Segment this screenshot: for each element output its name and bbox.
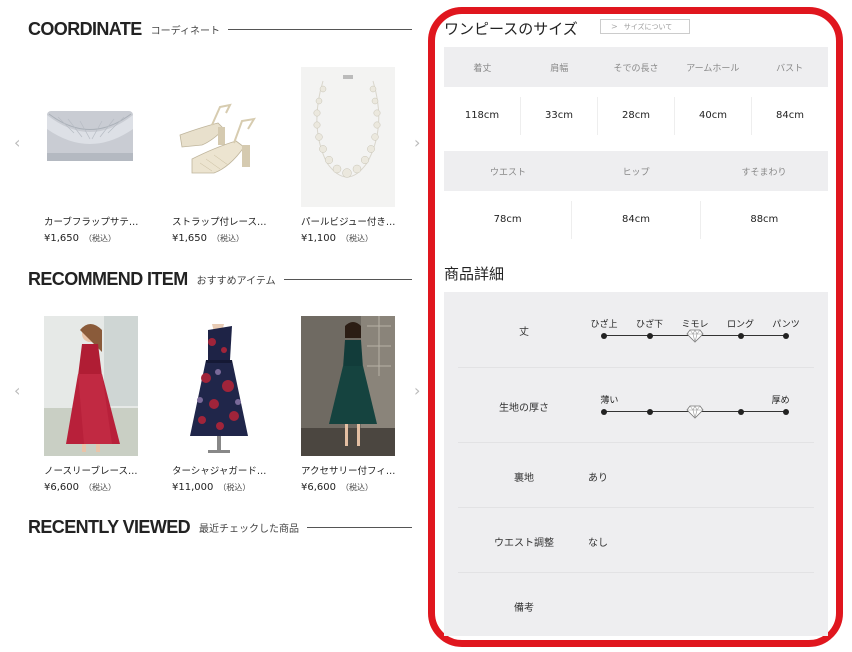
size-col-header: ウエスト <box>489 167 526 178</box>
detail-value: なし <box>588 538 608 549</box>
scale-dot <box>737 408 744 415</box>
size-guide-link[interactable]: > サイズについて <box>600 19 690 34</box>
scale-dot <box>646 408 653 415</box>
detail-row-lining: 裏地 あり <box>458 443 814 508</box>
product-image-green-dress[interactable] <box>301 316 395 456</box>
recent-subtitle: 最近チェックした商品 <box>199 524 300 535</box>
product-name[interactable]: ノースリーブレース… <box>44 463 138 477</box>
detail-row-waist: ウエスト調整 なし <box>458 508 814 573</box>
product-name[interactable]: ストラップ付レース… <box>172 214 266 228</box>
size-value: 33cm <box>520 96 597 135</box>
size-table-values: 118cm 33cm 28cm 40cm 84cm <box>444 87 828 144</box>
coordinate-title: COORDINATE <box>28 19 142 39</box>
size-col-header: バスト <box>776 63 804 74</box>
header-rule <box>227 29 412 30</box>
size-col-header: アームホール <box>686 63 740 74</box>
recommend-item-red-dress[interactable]: ノースリーブレース… ¥6,600 （税込） <box>44 316 138 493</box>
product-name[interactable]: アクセサリー付フィ… <box>301 463 395 477</box>
recommend-item-green-dress[interactable]: アクセサリー付フィ… ¥6,600 （税込） <box>301 316 395 493</box>
product-price: ¥1,650 （税込） <box>44 233 116 244</box>
size-col-header: 着丈 <box>473 63 492 74</box>
scale-dot <box>783 332 789 339</box>
thickness-scale: 薄い 厚め <box>590 393 800 423</box>
detail-label: ウエスト調整 <box>494 538 554 549</box>
coordinate-header: COORDINATE コーディネート <box>28 19 412 40</box>
size-col-header: ヒップ <box>622 167 650 178</box>
length-option-label: パンツ <box>772 320 800 330</box>
coordinate-item-shoes[interactable]: ストラップ付レース… ¥1,650 （税込） <box>172 67 266 244</box>
size-table-2: ウエスト ヒップ すそまわり 78cm 84cm 88cm <box>444 151 828 248</box>
scale-dot <box>601 408 607 415</box>
header-rule <box>307 527 412 528</box>
size-value: 84cm <box>571 200 699 239</box>
detail-label: 生地の厚さ <box>499 403 549 414</box>
size-guide-label: サイズについて <box>623 22 673 31</box>
size-value: 78cm <box>493 213 522 225</box>
size-value: 28cm <box>597 96 674 135</box>
scale-dot <box>646 332 653 339</box>
size-table-header: 着丈 肩幅 そでの長さ アームホール バスト <box>444 47 828 87</box>
size-table-values: 78cm 84cm 88cm <box>444 191 828 248</box>
thickness-max-label: 厚め <box>771 396 790 406</box>
size-table-header: ウエスト ヒップ すそまわり <box>444 151 828 191</box>
scale-dot <box>737 332 744 339</box>
product-price: ¥6,600 （税込） <box>44 482 116 493</box>
length-option-label: ロング <box>726 320 755 330</box>
detail-label: 裏地 <box>514 473 534 484</box>
recommend-item-jacquard-dress[interactable]: ターシャジャガード… ¥11,000 （税込） <box>172 316 266 493</box>
size-col-header: すそまわり <box>741 167 787 178</box>
size-value: 88cm <box>699 200 828 239</box>
detail-row-note: 備考 <box>458 573 814 636</box>
detail-title: 商品詳細 <box>444 265 505 283</box>
product-name[interactable]: ターシャジャガード… <box>172 463 266 477</box>
detail-label: 丈 <box>519 327 529 338</box>
scale-dot <box>783 408 789 415</box>
length-option-label: ひざ上 <box>590 320 618 330</box>
product-price: ¥1,650 （税込） <box>172 233 244 244</box>
detail-row-length: 丈 ひざ上 ひざ下 ミモレ ロング パンツ <box>458 292 814 368</box>
recent-header: RECENTLY VIEWED 最近チェックした商品 <box>28 517 412 538</box>
size-value: 84cm <box>751 96 828 135</box>
size-col-header: そでの長さ <box>613 63 659 74</box>
recommend-prev-arrow[interactable]: ‹ <box>14 383 20 399</box>
size-title: ワンピースのサイズ <box>444 20 578 38</box>
recommend-subtitle: おすすめアイテム <box>196 276 276 287</box>
coordinate-item-clutch[interactable]: カーブフラップサテ… ¥1,650 （税込） <box>44 67 138 244</box>
chevron-right-icon: > <box>611 22 618 31</box>
product-price: ¥6,600 （税込） <box>301 482 373 493</box>
size-table-1: 着丈 肩幅 そでの長さ アームホール バスト 118cm 33cm 28cm 4… <box>444 47 828 144</box>
thickness-min-label: 薄い <box>600 396 619 406</box>
length-option-label: ひざ下 <box>635 320 664 330</box>
detail-label: 備考 <box>514 603 534 614</box>
product-image-jacquard-dress[interactable] <box>172 316 266 456</box>
length-scale: ひざ上 ひざ下 ミモレ ロング パンツ <box>590 317 800 347</box>
product-image-clutch[interactable] <box>44 67 138 207</box>
product-name[interactable]: パールビジュー付き… <box>301 214 395 228</box>
recommend-next-arrow[interactable]: › <box>414 383 420 399</box>
recommend-title: RECOMMEND ITEM <box>28 269 188 289</box>
length-option-label: ミモレ <box>681 320 709 330</box>
product-name[interactable]: カーブフラップサテ… <box>44 214 138 228</box>
coordinate-subtitle: コーディネート <box>150 26 220 37</box>
detail-value: あり <box>588 473 608 484</box>
detail-row-thickness: 生地の厚さ 薄い 厚め <box>458 368 814 443</box>
size-value: 40cm <box>674 96 751 135</box>
product-image-red-dress[interactable] <box>44 316 138 456</box>
product-price: ¥11,000 （税込） <box>172 482 251 493</box>
scale-dot <box>601 332 607 339</box>
recent-title: RECENTLY VIEWED <box>28 517 191 537</box>
coordinate-next-arrow[interactable]: › <box>414 135 420 151</box>
product-image-necklace[interactable] <box>301 67 395 207</box>
recommend-header: RECOMMEND ITEM おすすめアイテム <box>28 269 412 290</box>
coordinate-item-necklace[interactable]: パールビジュー付き… ¥1,100 （税込） <box>301 67 395 244</box>
header-rule <box>283 279 412 280</box>
size-col-header: 肩幅 <box>550 63 569 74</box>
diamond-marker-icon <box>686 328 704 343</box>
product-price: ¥1,100 （税込） <box>301 233 373 244</box>
diamond-marker-icon <box>686 404 704 419</box>
coordinate-prev-arrow[interactable]: ‹ <box>14 135 20 151</box>
detail-panel: 丈 ひざ上 ひざ下 ミモレ ロング パンツ 生地の厚さ 薄い 厚め 裏地 あり ウエスト… <box>444 292 828 636</box>
product-image-shoes[interactable] <box>172 67 266 207</box>
size-value: 118cm <box>464 109 500 121</box>
